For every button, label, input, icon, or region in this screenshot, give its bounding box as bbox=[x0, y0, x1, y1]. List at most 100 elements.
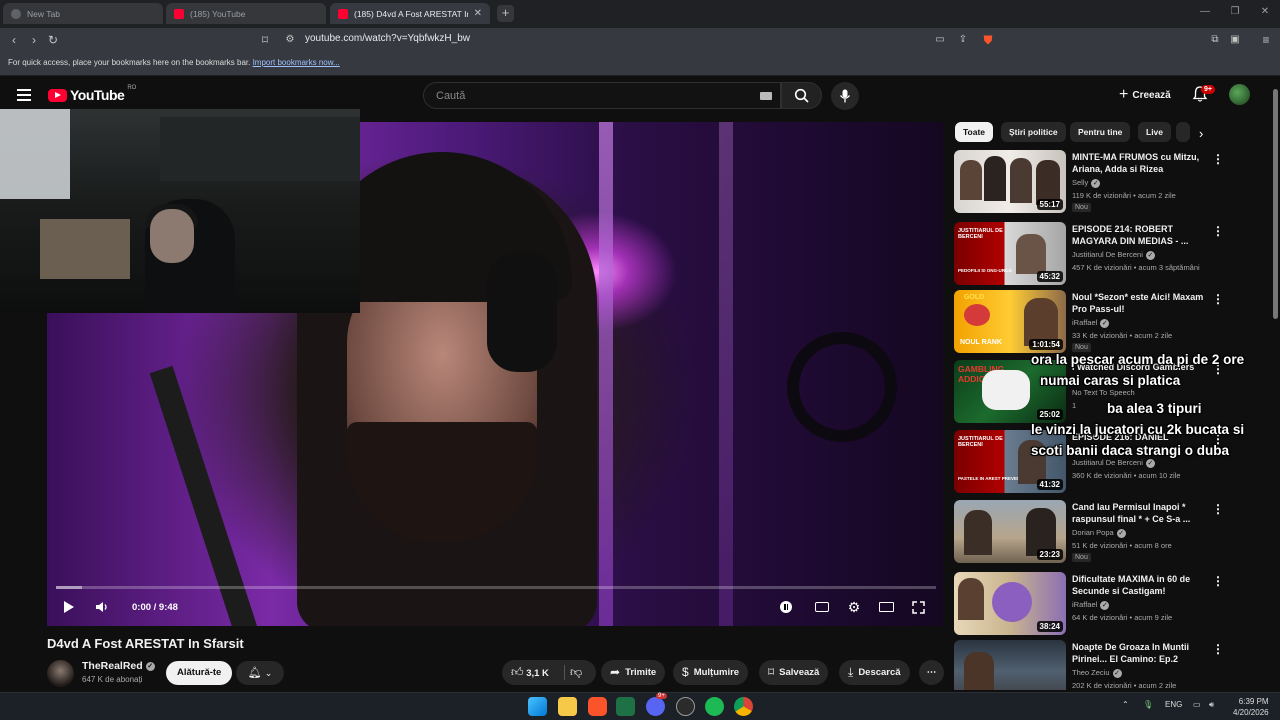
tray-chevron-icon[interactable]: ⌃ bbox=[1122, 700, 1129, 709]
keyboard-icon[interactable] bbox=[760, 92, 772, 100]
recommendation-title[interactable]: MINTE-MA FRUMOS cu Mitzu, Ariana, Adda s… bbox=[1072, 151, 1210, 175]
chevron-right-icon[interactable]: › bbox=[1199, 126, 1203, 141]
chrome-icon[interactable] bbox=[734, 697, 753, 716]
recommendation-item[interactable]: 38:24 Dificultate MAXIMA in 60 de Secund… bbox=[954, 572, 1254, 636]
fullscreen-button[interactable] bbox=[909, 597, 927, 617]
recommendation-channel[interactable]: Theo Zeciu ✓ bbox=[1072, 668, 1122, 678]
forward-icon[interactable]: › bbox=[26, 32, 42, 48]
site-info-icon[interactable]: ⚙ bbox=[282, 32, 298, 48]
chip-for-you[interactable]: Pentru tine bbox=[1070, 122, 1131, 142]
start-icon[interactable] bbox=[528, 697, 547, 716]
page-scrollbar[interactable] bbox=[1271, 77, 1280, 693]
youtube-logo[interactable]: YouTube RO bbox=[48, 85, 136, 103]
thumbnail[interactable] bbox=[954, 640, 1066, 690]
save-button[interactable]: ⌑ Salvează bbox=[759, 660, 829, 685]
thumbnail[interactable]: JUSTITIARUL DE BERCENI PASTELE IN AREST … bbox=[954, 430, 1066, 493]
recommendation-item[interactable]: JUSTITIARUL DE BERCENI PASTELE IN AREST … bbox=[954, 430, 1254, 494]
tab-new-tab[interactable]: New Tab bbox=[3, 3, 163, 24]
tray-mic-icon[interactable]: 🎙︎ bbox=[1143, 700, 1153, 709]
kebab-menu-icon[interactable]: ⋮ bbox=[1212, 574, 1224, 588]
chip-more[interactable] bbox=[1176, 122, 1190, 142]
play-button[interactable] bbox=[62, 597, 76, 617]
recommendation-item[interactable]: GAMBLING ADDICTS 25:02 I Watched Discord… bbox=[954, 360, 1254, 424]
kebab-menu-icon[interactable]: ⋮ bbox=[1212, 642, 1224, 656]
autoplay-toggle[interactable] bbox=[778, 597, 794, 617]
browser-menu-icon[interactable]: ≡ bbox=[1258, 32, 1274, 48]
kebab-menu-icon[interactable]: ⋮ bbox=[1212, 292, 1224, 306]
recommendation-title[interactable]: Dificultate MAXIMA in 60 de Secunde si C… bbox=[1072, 573, 1210, 597]
thumbnail[interactable]: 55:17 bbox=[954, 150, 1066, 213]
create-button[interactable]: + Creează bbox=[1113, 83, 1177, 107]
search-input[interactable] bbox=[424, 83, 744, 108]
scrollbar-thumb[interactable] bbox=[1273, 89, 1278, 319]
window-close-icon[interactable]: ✕ bbox=[1258, 5, 1272, 19]
tab-current-video[interactable]: (185) D4vd A Fost ARESTAT In Sf... ✕ bbox=[330, 3, 490, 24]
recommendation-title[interactable]: Noul *Sezon* este Aici! Maxam Pro Pass-u… bbox=[1072, 291, 1210, 315]
recommendation-channel[interactable]: iRaffael ✓ bbox=[1072, 600, 1110, 610]
speaker-icon[interactable]: 🔊︎ bbox=[1209, 700, 1214, 710]
restore-icon[interactable]: ❐ bbox=[1228, 5, 1242, 19]
sidebar-icon[interactable]: ▣ bbox=[1227, 32, 1243, 48]
volume-button[interactable] bbox=[94, 597, 110, 617]
kebab-menu-icon[interactable]: ⋮ bbox=[1212, 502, 1224, 516]
spotify-icon[interactable] bbox=[705, 697, 724, 716]
thumbnail[interactable]: 38:24 bbox=[954, 572, 1066, 635]
recommendation-item[interactable]: Noapte De Groaza In Muntii Pirinei... El… bbox=[954, 640, 1254, 690]
chip-all[interactable]: Toate bbox=[955, 122, 994, 142]
recommendation-item[interactable]: 23:23 Cand Iau Permisul Inapoi * raspuns… bbox=[954, 500, 1254, 564]
file-explorer-icon[interactable] bbox=[558, 697, 577, 716]
cast-icon[interactable]: ▭ bbox=[932, 32, 948, 48]
progress-bar[interactable] bbox=[56, 586, 936, 589]
theater-mode-button[interactable] bbox=[877, 597, 895, 617]
settings-button[interactable]: ⚙ bbox=[845, 597, 863, 617]
channel-name[interactable]: TheRealRed ✓ bbox=[82, 660, 155, 672]
thanks-button[interactable]: $ Mulțumire bbox=[673, 660, 749, 685]
search-button[interactable] bbox=[781, 82, 822, 109]
brave-browser-icon[interactable] bbox=[588, 697, 607, 716]
thumbnail[interactable]: JUSTITIARUL DE BERCENI PEDOFILII SI ONG-… bbox=[954, 222, 1066, 285]
extensions-icon[interactable]: ⧉ bbox=[1207, 32, 1223, 48]
chip-live[interactable]: Live bbox=[1138, 122, 1172, 142]
excel-icon[interactable] bbox=[616, 697, 635, 716]
thumbnail[interactable]: GOLD NOUL RANK 1:01:54 bbox=[954, 290, 1066, 353]
discord-icon[interactable]: 9+ bbox=[646, 693, 667, 716]
recommendation-channel[interactable]: Selly ✓ bbox=[1072, 178, 1101, 188]
hamburger-menu-icon[interactable] bbox=[17, 89, 31, 101]
thumbnail[interactable]: 23:23 bbox=[954, 500, 1066, 563]
address-bar[interactable]: youtube.com/watch?v=YqbfwkzH_bw bbox=[305, 33, 470, 44]
recommendation-channel[interactable]: No Text To Speech bbox=[1072, 388, 1135, 397]
reload-icon[interactable]: ↻ bbox=[45, 32, 61, 48]
thumbnail[interactable]: GAMBLING ADDICTS 25:02 bbox=[954, 360, 1066, 423]
like-button[interactable]: 👍︎ 3,1 K bbox=[511, 660, 549, 685]
voice-search-button[interactable] bbox=[831, 82, 859, 110]
recommendation-channel[interactable]: Dorian Popa ✓ bbox=[1072, 528, 1126, 538]
share-button[interactable]: ➦ Trimite bbox=[601, 660, 666, 685]
account-avatar[interactable] bbox=[1229, 84, 1250, 105]
recommendation-channel[interactable]: Justitiarul De Berceni ✓ bbox=[1072, 458, 1155, 468]
import-bookmarks-link[interactable]: Import bookmarks now... bbox=[253, 58, 340, 67]
recommendation-channel[interactable]: Justitiarul De Berceni ✓ bbox=[1072, 250, 1155, 260]
more-actions-button[interactable]: ⋯ bbox=[919, 660, 944, 685]
kebab-menu-icon[interactable]: ⋮ bbox=[1212, 224, 1224, 238]
system-clock[interactable]: 6:39 PM 4/20/2026 bbox=[1233, 696, 1269, 718]
channel-avatar[interactable] bbox=[47, 660, 74, 687]
bookmark-icon[interactable]: ⌑ bbox=[257, 32, 273, 48]
chip-politics[interactable]: Știri politice bbox=[1001, 122, 1066, 142]
close-icon[interactable]: ✕ bbox=[474, 8, 482, 19]
recommendation-item[interactable]: JUSTITIARUL DE BERCENI PEDOFILII SI ONG-… bbox=[954, 222, 1254, 286]
app-icon[interactable] bbox=[676, 697, 695, 716]
dislike-button[interactable]: 👎︎ bbox=[570, 660, 582, 685]
subscription-bell-button[interactable]: 🔔︎ ⌄ bbox=[236, 661, 284, 685]
recommendation-title[interactable]: Noapte De Groaza In Muntii Pirinei... El… bbox=[1072, 641, 1210, 665]
recommendation-title[interactable]: EPISODE 214: ROBERT MAGYARA DIN MEDIAS -… bbox=[1072, 223, 1210, 247]
join-button[interactable]: Alătură-te bbox=[166, 661, 233, 685]
recommendation-item[interactable]: GOLD NOUL RANK 1:01:54 Noul *Sezon* este… bbox=[954, 290, 1254, 354]
share-icon[interactable]: ⇪ bbox=[955, 32, 971, 48]
subtitles-button[interactable] bbox=[813, 597, 831, 617]
recommendation-title[interactable]: Cand Iau Permisul Inapoi * raspunsul fin… bbox=[1072, 501, 1210, 525]
download-button[interactable]: ⤓ Descarcă bbox=[839, 660, 910, 685]
kebab-menu-icon[interactable]: ⋮ bbox=[1212, 152, 1224, 166]
tab-youtube-home[interactable]: (185) YouTube bbox=[166, 3, 326, 24]
input-language[interactable]: ENG bbox=[1165, 700, 1182, 709]
recommendation-channel[interactable]: iRaffael ✓ bbox=[1072, 318, 1110, 328]
